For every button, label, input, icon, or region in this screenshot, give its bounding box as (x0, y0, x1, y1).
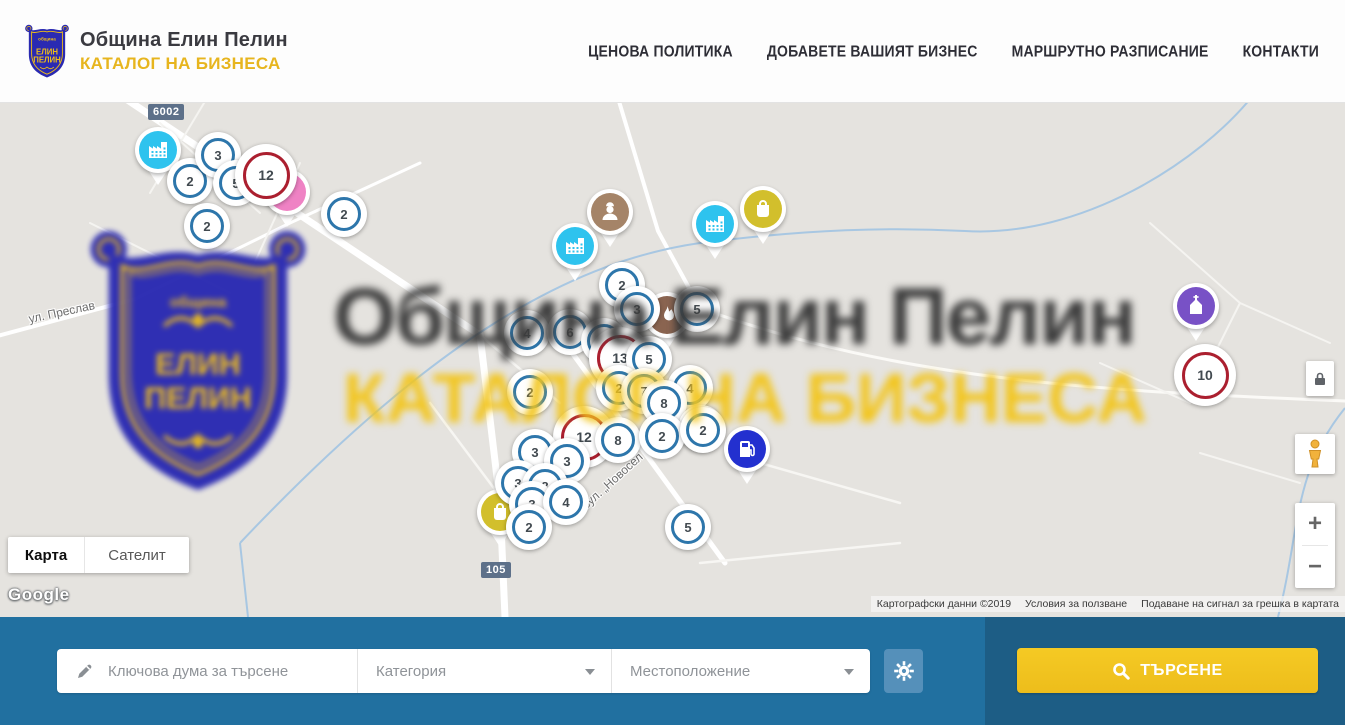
map-view-button[interactable]: Карта (8, 537, 85, 573)
nav-link-contacts[interactable]: КОНТАКТИ (1243, 42, 1319, 60)
shopping-bag-pin[interactable] (740, 186, 786, 250)
cluster-marker[interactable]: 4 (504, 310, 550, 356)
header: община ЕЛИН ПЕЛИН Община Елин Пелин КАТА… (0, 0, 1345, 103)
pin-bubble (740, 186, 786, 232)
pencil-icon (75, 661, 95, 681)
cluster-marker[interactable]: 2 (321, 191, 367, 237)
report-error-link[interactable]: Подаване на сигнал за грешка в картата (1141, 598, 1339, 610)
nav-link-pricing-policy[interactable]: ЦЕНОВА ПОЛИТИКА (588, 42, 733, 60)
map-attribution: Картографски данни ©2019 Условия за полз… (871, 596, 1345, 612)
pin-bubble (552, 223, 598, 269)
site-title-line1: Община Елин Пелин (80, 29, 288, 52)
keyword-search-input[interactable] (108, 663, 348, 680)
cluster-count: 5 (680, 292, 714, 326)
cluster-count: 12 (243, 152, 290, 199)
church-icon (1177, 287, 1215, 325)
search-bar: Категория Местоположение (57, 649, 870, 693)
cluster-count: 5 (671, 510, 705, 544)
cluster-count: 2 (686, 413, 720, 447)
cluster-count: 2 (513, 375, 547, 409)
factory-pin[interactable] (692, 201, 738, 265)
cluster-count: 2 (645, 419, 679, 453)
map-type-switcher: Карта Сателит (8, 537, 189, 573)
nav-link-route-schedule[interactable]: МАРШРУТНО РАЗПИСАНИЕ (1012, 42, 1209, 60)
cluster-count: 4 (549, 485, 583, 519)
gear-icon (892, 659, 916, 683)
cluster-marker[interactable]: 2 (680, 407, 726, 453)
road-badge: 6002 (148, 104, 184, 120)
church-pin[interactable] (1173, 283, 1219, 347)
cluster-marker[interactable]: 10 (1174, 344, 1236, 406)
pegman-icon (1305, 439, 1325, 469)
factory-icon (139, 131, 177, 169)
cluster-marker[interactable]: 5 (665, 504, 711, 550)
search-button-label: ТЪРСЕНЕ (1140, 662, 1223, 680)
cluster-count: 3 (620, 292, 654, 326)
advanced-settings-button[interactable] (884, 649, 923, 693)
site-title: Община Елин Пелин КАТАЛОГ НА БИЗНЕСА (80, 29, 288, 74)
pin-bubble (692, 201, 738, 247)
nav-link-add-business[interactable]: ДОБАВЕТЕ ВАШИЯТ БИЗНЕС (767, 42, 978, 60)
location-dropdown[interactable]: Местоположение (611, 649, 870, 693)
street-view-pegman-button[interactable] (1295, 434, 1335, 474)
cluster-marker[interactable]: 5 (674, 286, 720, 332)
zoom-out-button[interactable]: − (1295, 546, 1335, 588)
municipality-crest-icon: община ЕЛИН ПЕЛИН (24, 21, 70, 81)
keyword-search-field[interactable] (57, 649, 357, 693)
chevron-down-icon (585, 669, 595, 680)
svg-text:община: община (38, 36, 56, 42)
cluster-marker[interactable]: 2 (507, 369, 553, 415)
search-panel: Категория Местоположение (0, 617, 1345, 725)
category-dropdown-value: Категория (376, 663, 446, 680)
chevron-down-icon (844, 669, 854, 680)
factory-pin[interactable] (552, 223, 598, 287)
map-data-copyright: Картографски данни ©2019 (877, 598, 1011, 610)
category-dropdown[interactable]: Категория (357, 649, 611, 693)
gas-station-icon (728, 430, 766, 468)
search-icon (1112, 662, 1130, 680)
cluster-marker[interactable]: 12 (235, 144, 297, 206)
cluster-count: 2 (512, 510, 546, 544)
site-title-line2: КАТАЛОГ НА БИЗНЕСА (80, 54, 288, 74)
cluster-marker[interactable]: 2 (506, 504, 552, 550)
cluster-count: 4 (510, 316, 544, 350)
zoom-in-button[interactable]: + (1295, 503, 1335, 545)
main-navigation: ЦЕНОВА ПОЛИТИКА ДОБАВЕТЕ ВАШИЯТ БИЗНЕС М… (588, 43, 1319, 59)
search-submit-button[interactable]: ТЪРСЕНЕ (1017, 648, 1318, 693)
svg-text:ПЕЛИН: ПЕЛИН (33, 56, 61, 65)
cluster-count: 2 (327, 197, 361, 231)
google-logo[interactable]: Google (8, 585, 70, 605)
lock-icon (1313, 371, 1327, 387)
location-dropdown-value: Местоположение (630, 663, 750, 680)
road-badge: 105 (481, 562, 511, 578)
zoom-control: + − (1295, 503, 1335, 588)
page: 6002 105 ул. Преслав бул. „Новосел 23512… (0, 0, 1345, 725)
lock-control-button[interactable] (1306, 361, 1334, 396)
cluster-marker[interactable]: 2 (639, 413, 685, 459)
cluster-count: 8 (601, 423, 635, 457)
shopping-bag-icon (744, 190, 782, 228)
terms-link[interactable]: Условия за ползване (1025, 598, 1127, 610)
factory-icon (556, 227, 594, 265)
site-logo[interactable]: община ЕЛИН ПЕЛИН Община Елин Пелин КАТА… (24, 21, 288, 81)
svg-text:ЕЛИН: ЕЛИН (36, 47, 58, 56)
pin-bubble (1173, 283, 1219, 329)
cluster-count: 2 (190, 209, 224, 243)
pin-bubble (724, 426, 770, 472)
cluster-marker[interactable]: 8 (595, 417, 641, 463)
factory-icon (696, 205, 734, 243)
cluster-count: 10 (1182, 352, 1229, 399)
gas-station-pin[interactable] (724, 426, 770, 490)
satellite-view-button[interactable]: Сателит (85, 537, 189, 573)
cluster-marker[interactable]: 2 (184, 203, 230, 249)
